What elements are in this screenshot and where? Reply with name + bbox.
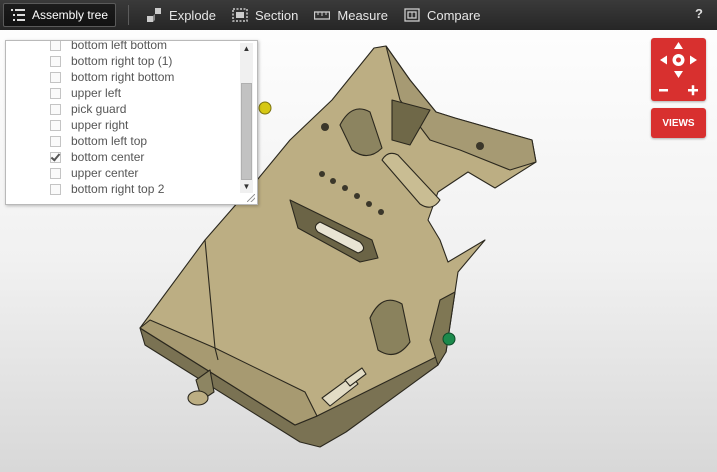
visibility-checkbox[interactable]: [50, 135, 61, 147]
resize-grip-icon[interactable]: [247, 194, 255, 202]
navigation-arrows-icon[interactable]: [651, 38, 706, 101]
assembly-tree-panel: bottom left bottom bottom right top (1) …: [5, 40, 258, 205]
scroll-up-icon[interactable]: ▲: [240, 43, 253, 55]
navigation-pad[interactable]: [651, 38, 706, 101]
assembly-tree-list: bottom left bottom bottom right top (1) …: [6, 41, 238, 197]
marker-yellow[interactable]: [258, 101, 272, 115]
scrollbar-thumb[interactable]: [241, 83, 252, 180]
tree-item[interactable]: bottom left bottom: [6, 41, 238, 53]
tree-item[interactable]: bottom right bottom: [6, 69, 238, 85]
visibility-checkbox[interactable]: [50, 41, 61, 51]
part-hole: [342, 185, 348, 191]
tree-item[interactable]: bottom right top (1): [6, 53, 238, 69]
visibility-checkbox[interactable]: [50, 103, 61, 115]
visibility-checkbox[interactable]: [50, 55, 61, 67]
visibility-checkbox[interactable]: [50, 183, 61, 195]
tree-item[interactable]: upper right: [6, 117, 238, 133]
tree-item[interactable]: pick guard: [6, 101, 238, 117]
visibility-checkbox[interactable]: [50, 87, 61, 99]
part-hole: [321, 123, 329, 131]
tree-item[interactable]: upper center: [6, 165, 238, 181]
visibility-checkbox[interactable]: [50, 167, 61, 179]
tree-item[interactable]: upper left: [6, 85, 238, 101]
views-button[interactable]: VIEWS: [651, 108, 706, 138]
tree-item[interactable]: bottom right top 2: [6, 181, 238, 197]
part-hole: [476, 142, 484, 150]
part-hole: [330, 178, 336, 184]
zoom-out-icon[interactable]: [659, 89, 668, 92]
visibility-checkbox[interactable]: [50, 119, 61, 131]
visibility-checkbox[interactable]: [50, 71, 61, 83]
visibility-checkbox-checked[interactable]: [50, 151, 61, 163]
tree-item[interactable]: bottom center: [6, 149, 238, 165]
tree-item[interactable]: bottom left top: [6, 133, 238, 149]
part-hole: [354, 193, 360, 199]
part-hole: [378, 209, 384, 215]
part-hole: [319, 171, 325, 177]
scroll-down-icon[interactable]: ▼: [240, 181, 253, 193]
tree-scrollbar[interactable]: ▲ ▼: [240, 43, 253, 193]
part-hole: [366, 201, 372, 207]
marker-green[interactable]: [442, 332, 456, 346]
part-knob-cap: [187, 390, 209, 406]
